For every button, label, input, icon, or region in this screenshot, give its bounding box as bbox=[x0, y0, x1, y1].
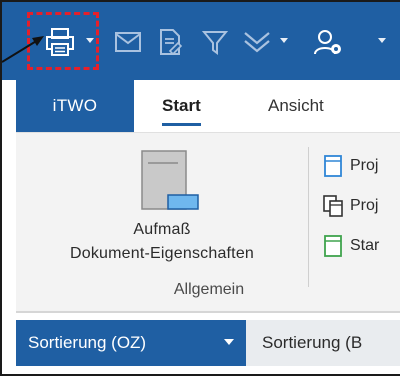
project-copy-icon bbox=[323, 195, 343, 217]
user-settings-icon[interactable] bbox=[308, 24, 348, 60]
quick-access-toolbar bbox=[2, 2, 400, 80]
start-button[interactable]: Star bbox=[322, 231, 379, 261]
double-chevron-down-icon[interactable] bbox=[238, 24, 276, 60]
sort-oz-label: Sortierung (OZ) bbox=[28, 333, 147, 352]
tab-start-indicator bbox=[162, 123, 201, 126]
sort-oz-dropdown-icon[interactable] bbox=[224, 339, 234, 345]
ribbon-bottom-border bbox=[16, 311, 400, 313]
tab-start[interactable]: Start bbox=[162, 80, 201, 132]
start-button-label: Star bbox=[350, 237, 380, 254]
app-window: iTWO Start Ansicht Aufmaß Dokument-Eigen… bbox=[0, 0, 400, 376]
tab-start-label: Start bbox=[162, 96, 201, 115]
aufmass-label: Aufmaß bbox=[133, 221, 191, 238]
document-properties-icon bbox=[141, 150, 199, 210]
project-copy-button[interactable]: Proj bbox=[322, 191, 378, 221]
tab-itwo[interactable]: iTWO bbox=[16, 80, 134, 132]
document-edit-icon[interactable] bbox=[152, 24, 188, 60]
project-icon bbox=[324, 155, 342, 177]
chevron-dropdown-icon[interactable] bbox=[280, 38, 288, 43]
aufmass-document-properties-button[interactable]: Aufmaß Dokument-Eigenschaften bbox=[16, 139, 308, 267]
project-button[interactable]: Proj bbox=[322, 151, 378, 181]
sort-second-tab[interactable]: Sortierung (B bbox=[262, 320, 362, 366]
tab-ansicht[interactable]: Ansicht bbox=[268, 80, 324, 132]
mail-icon[interactable] bbox=[110, 24, 146, 60]
ribbon-tab-row: iTWO Start Ansicht bbox=[2, 80, 400, 132]
ribbon-panel: Aufmaß Dokument-Eigenschaften Proj Proj bbox=[16, 132, 400, 313]
project-copy-button-label: Proj bbox=[350, 197, 379, 214]
ribbon-group-label: Allgemein bbox=[173, 281, 245, 298]
start-icon bbox=[324, 235, 342, 257]
toolbar-overflow-icon[interactable] bbox=[378, 38, 386, 43]
filter-icon[interactable] bbox=[198, 24, 232, 60]
document-properties-label: Dokument-Eigenschaften bbox=[69, 245, 255, 262]
sort-oz-tab[interactable]: Sortierung (OZ) bbox=[16, 320, 246, 366]
callout-arrow-icon bbox=[2, 36, 44, 63]
ribbon-separator bbox=[308, 147, 309, 287]
sort-bar: Sortierung (OZ) Sortierung (B bbox=[16, 320, 400, 366]
project-button-label: Proj bbox=[350, 157, 379, 174]
